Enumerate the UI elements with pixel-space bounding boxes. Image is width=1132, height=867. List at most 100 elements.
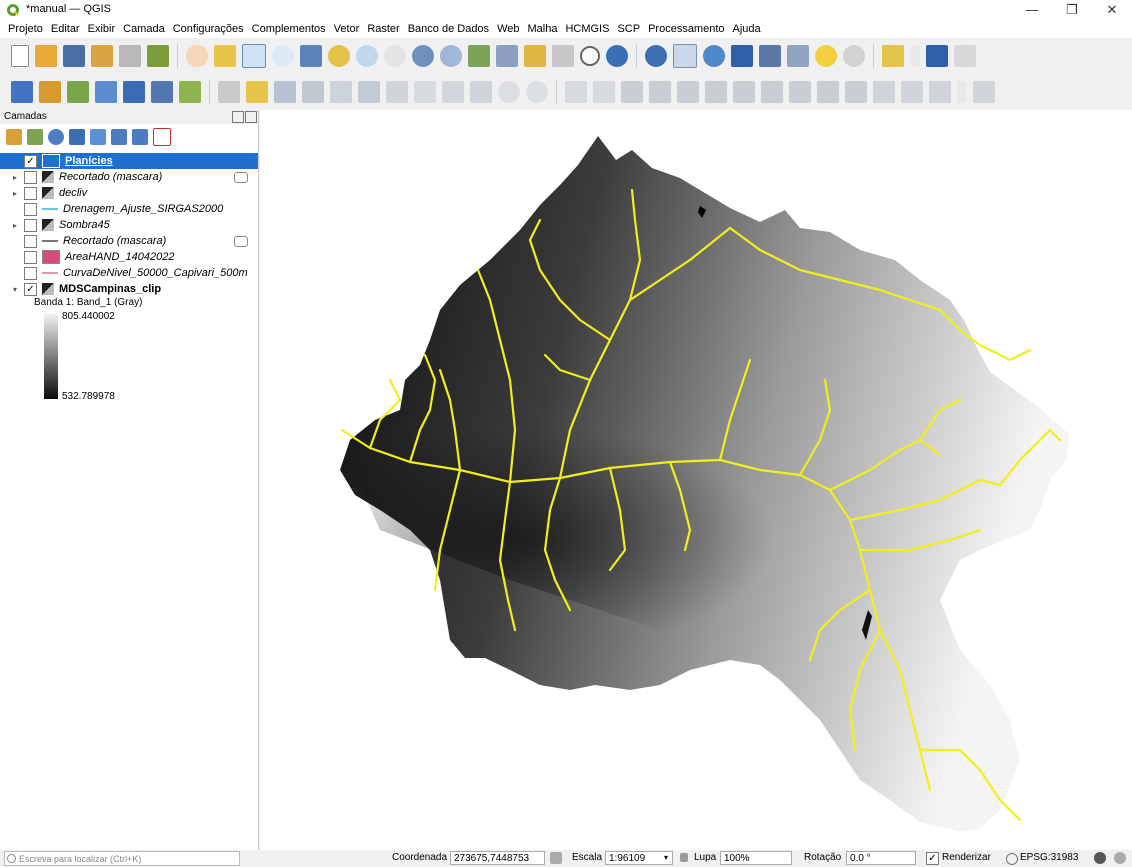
menu-complementos[interactable]: Complementos [248,23,330,35]
pan-map-icon[interactable] [186,45,208,67]
toggle-extents-icon[interactable] [550,852,562,864]
offset-curve-icon[interactable] [789,81,811,103]
layer-row[interactable]: CurvaDeNivel_50000_Capivari_500m [0,265,258,281]
redo-icon[interactable] [526,81,548,103]
zoom-to-layer-icon[interactable] [356,45,378,67]
new-project-icon[interactable] [11,45,29,67]
statistics-sigma-icon[interactable] [731,45,753,67]
zoom-out-icon[interactable] [272,45,294,67]
expand-chevron-icon[interactable]: ▸ [10,173,20,182]
add-point-icon[interactable] [302,81,324,103]
new-map-view-icon[interactable] [468,45,490,67]
open-project-icon[interactable] [35,45,57,67]
zoom-last-icon[interactable] [412,45,434,67]
menu-raster[interactable]: Raster [363,23,403,35]
scale-field[interactable]: 1:96109 [605,851,673,865]
add-part-icon[interactable] [649,81,671,103]
delete-ring-icon[interactable] [705,81,727,103]
rotation-field[interactable]: 0.0 ° [846,851,916,865]
label-tool-icon[interactable] [929,81,951,103]
zoom-full-icon[interactable] [300,45,322,67]
paste-features-icon[interactable] [470,81,492,103]
remove-layer-icon[interactable] [153,128,171,146]
menu-exibir[interactable]: Exibir [84,23,120,35]
expand-all-icon[interactable] [111,129,127,145]
layer-row[interactable]: ✓ Planícies [0,153,258,169]
pencil-icon[interactable] [901,81,923,103]
delete-part-icon[interactable] [733,81,755,103]
layer-visibility-checkbox[interactable] [24,202,37,216]
digitizing-options-icon[interactable] [565,81,587,103]
field-calculator-icon[interactable] [759,45,781,67]
layer-row[interactable]: ▸ decliv [0,185,258,201]
digitize-line-icon[interactable] [95,81,117,103]
toolbar-overflow-2-icon[interactable] [957,81,967,103]
layer-visibility-checkbox[interactable] [24,218,37,232]
undo-icon[interactable] [498,81,520,103]
menu-web[interactable]: Web [493,23,523,35]
add-delimited-text-icon[interactable] [67,81,89,103]
pan-to-selection-icon[interactable] [214,45,236,67]
layer-visibility-checkbox[interactable] [24,266,37,280]
menu-scp[interactable]: SCP [613,23,644,35]
crs-button[interactable]: EPSG:31983 [1020,852,1078,863]
layer-visibility-checkbox[interactable]: ✓ [24,154,37,168]
add-grid-icon[interactable] [151,81,173,103]
chart-tool-icon[interactable] [973,81,995,103]
layer-row[interactable]: ▾ ✓ MDSCampinas_clip [0,281,258,297]
menu-ajuda[interactable]: Ajuda [729,23,765,35]
show-bookmarks-icon[interactable] [552,45,574,67]
settings-gear-icon[interactable] [703,45,725,67]
layer-row[interactable]: Drenagem_Ajuste_SIRGAS2000 [0,201,258,217]
vertex-tool-icon[interactable] [330,81,352,103]
save-project-icon[interactable] [63,45,85,67]
zoom-next-icon[interactable] [440,45,462,67]
measure-icon[interactable] [787,45,809,67]
save-edits-icon[interactable] [274,81,296,103]
layer-visibility-checkbox[interactable]: ✓ [24,282,37,296]
zoom-to-selection-icon[interactable] [328,45,350,67]
layer-row[interactable]: AreaHAND_14042022 [0,249,258,265]
fill-ring-icon[interactable] [677,81,699,103]
rotate-symbol-icon[interactable] [873,81,895,103]
split-features-icon[interactable] [817,81,839,103]
cut-features-icon[interactable] [414,81,436,103]
identify-features-icon[interactable] [645,45,667,67]
map-canvas[interactable] [260,110,1132,850]
float-panel-icon[interactable] [232,111,244,123]
add-group-icon[interactable] [27,129,43,145]
style-manager-icon[interactable] [147,45,169,67]
copy-features-icon[interactable] [442,81,464,103]
magnifier-field[interactable]: 100% [720,851,792,865]
add-raster-layer-icon[interactable] [11,81,33,103]
select-features-icon[interactable] [882,45,904,67]
layer-row[interactable]: ▸ Sombra45 [0,217,258,233]
layout-manager-icon[interactable] [119,45,141,67]
edit-plugin-icon[interactable] [954,45,976,67]
menu-hcmgis[interactable]: HCMGIS [561,23,613,35]
expand-chevron-icon[interactable]: ▸ [10,189,20,198]
virtual-layer-icon[interactable] [179,81,201,103]
expand-chevron-icon[interactable]: ▾ [10,285,20,294]
messages-icon[interactable] [1094,852,1106,864]
map-tips-icon[interactable] [815,45,837,67]
minimize-button[interactable]: — [1012,0,1052,20]
style-layer-icon[interactable] [6,129,22,145]
toggle-editing-icon[interactable] [246,81,268,103]
render-checkbox[interactable]: ✓ [926,852,939,865]
merge-features-icon[interactable] [845,81,867,103]
filter-legend-icon[interactable] [69,129,85,145]
attribute-table-icon[interactable] [673,44,697,68]
manage-visibility-icon[interactable] [48,129,64,145]
layer-visibility-checkbox[interactable] [24,170,37,184]
search-locate-icon[interactable] [843,45,865,67]
curve-tool-icon[interactable] [593,81,615,103]
layer-visibility-checkbox[interactable] [24,234,37,248]
zoom-in-icon[interactable] [242,44,266,68]
layer-indicator-icon[interactable] [234,236,248,247]
current-edits-icon[interactable] [218,81,240,103]
layer-row[interactable]: Recortado (mascara) [0,233,258,249]
lock-icon[interactable] [680,853,688,862]
add-ring-icon[interactable] [621,81,643,103]
delete-selected-icon[interactable] [386,81,408,103]
